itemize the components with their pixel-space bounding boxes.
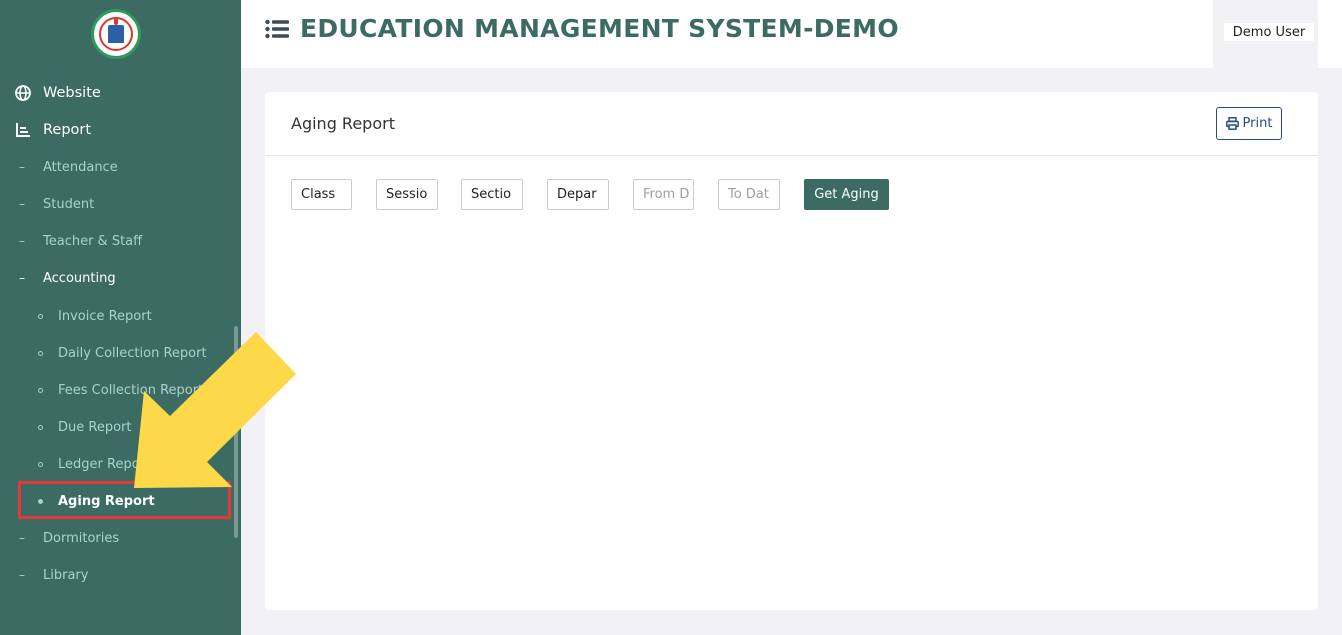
top-header: EDUCATION MANAGEMENT SYSTEM-DEMO Demo Us… — [241, 0, 1342, 68]
circle-icon — [38, 424, 43, 430]
sidebar-item-accounting[interactable]: – Accounting — [0, 265, 241, 291]
dash-icon: – — [19, 160, 25, 174]
sidebar-scrollbar[interactable] — [234, 326, 238, 538]
aging-report-card: Aging Report Print Class Sessio Sectio D… — [265, 92, 1318, 610]
sidebar-item-label: Ledger Report — [58, 456, 151, 472]
sidebar-item-label: Fees Collection Report — [58, 382, 204, 398]
sidebar-item-label: Website — [43, 85, 101, 101]
print-label: Print — [1242, 116, 1273, 131]
sidebar-item-website[interactable]: Website — [0, 78, 241, 108]
sidebar-item-library[interactable]: – Library — [0, 562, 241, 588]
highlight-box — [18, 481, 231, 519]
sidebar-item-label: Student — [43, 196, 95, 212]
app-title: EDUCATION MANAGEMENT SYSTEM-DEMO — [300, 14, 899, 43]
sidebar-item-label: Dormitories — [43, 530, 120, 546]
sidebar-item-report[interactable]: Report — [0, 115, 241, 145]
page-title: Aging Report — [291, 114, 395, 133]
section-select[interactable]: Sectio — [461, 179, 523, 210]
print-button[interactable]: Print — [1216, 107, 1282, 140]
sidebar-item-label: Attendance — [43, 159, 118, 175]
circle-icon — [38, 461, 43, 467]
card-header: Aging Report Print — [265, 92, 1318, 156]
to-date-input[interactable]: To Dat — [718, 179, 780, 210]
from-date-input[interactable]: From D — [633, 179, 694, 210]
user-menu[interactable]: Demo User — [1224, 23, 1314, 41]
dash-icon: – — [19, 568, 25, 582]
sidebar-item-label: Accounting — [43, 270, 116, 286]
print-icon — [1225, 117, 1239, 130]
sidebar-item-label: Due Report — [58, 419, 132, 435]
school-logo[interactable] — [91, 9, 141, 59]
menu-list-icon[interactable] — [265, 19, 289, 39]
sidebar-item-daily-collection-report[interactable]: Daily Collection Report — [0, 340, 241, 366]
sidebar: Website Report – Attendance – Student – … — [0, 0, 241, 635]
sidebar-item-teacher-staff[interactable]: – Teacher & Staff — [0, 228, 241, 254]
globe-icon — [15, 85, 31, 101]
sidebar-item-dormitories[interactable]: – Dormitories — [0, 525, 241, 551]
sidebar-item-attendance[interactable]: – Attendance — [0, 154, 241, 180]
sidebar-item-invoice-report[interactable]: Invoice Report — [0, 303, 241, 329]
sidebar-item-label: Daily Collection Report — [58, 345, 207, 361]
sidebar-item-label: Report — [43, 122, 92, 138]
sidebar-item-label: Library — [43, 567, 89, 583]
dash-icon: – — [19, 234, 25, 248]
sidebar-item-student[interactable]: – Student — [0, 191, 241, 217]
dash-icon: – — [19, 197, 25, 211]
department-select[interactable]: Depar — [547, 179, 609, 210]
user-area: Demo User — [1213, 0, 1318, 68]
get-aging-button[interactable]: Get Aging — [804, 179, 889, 210]
session-select[interactable]: Sessio — [376, 179, 438, 210]
circle-icon — [38, 387, 43, 393]
sidebar-item-ledger-report[interactable]: Ledger Report — [0, 451, 241, 477]
class-select[interactable]: Class — [291, 179, 352, 210]
chart-icon — [15, 122, 31, 138]
sidebar-item-fees-collection-report[interactable]: Fees Collection Report — [0, 377, 241, 403]
circle-icon — [38, 350, 43, 356]
sidebar-item-label: Invoice Report — [58, 308, 152, 324]
sidebar-item-due-report[interactable]: Due Report — [0, 414, 241, 440]
sidebar-item-label: Teacher & Staff — [43, 233, 143, 249]
dash-icon: – — [19, 531, 25, 545]
dash-icon: – — [19, 271, 25, 285]
circle-icon — [38, 313, 43, 319]
